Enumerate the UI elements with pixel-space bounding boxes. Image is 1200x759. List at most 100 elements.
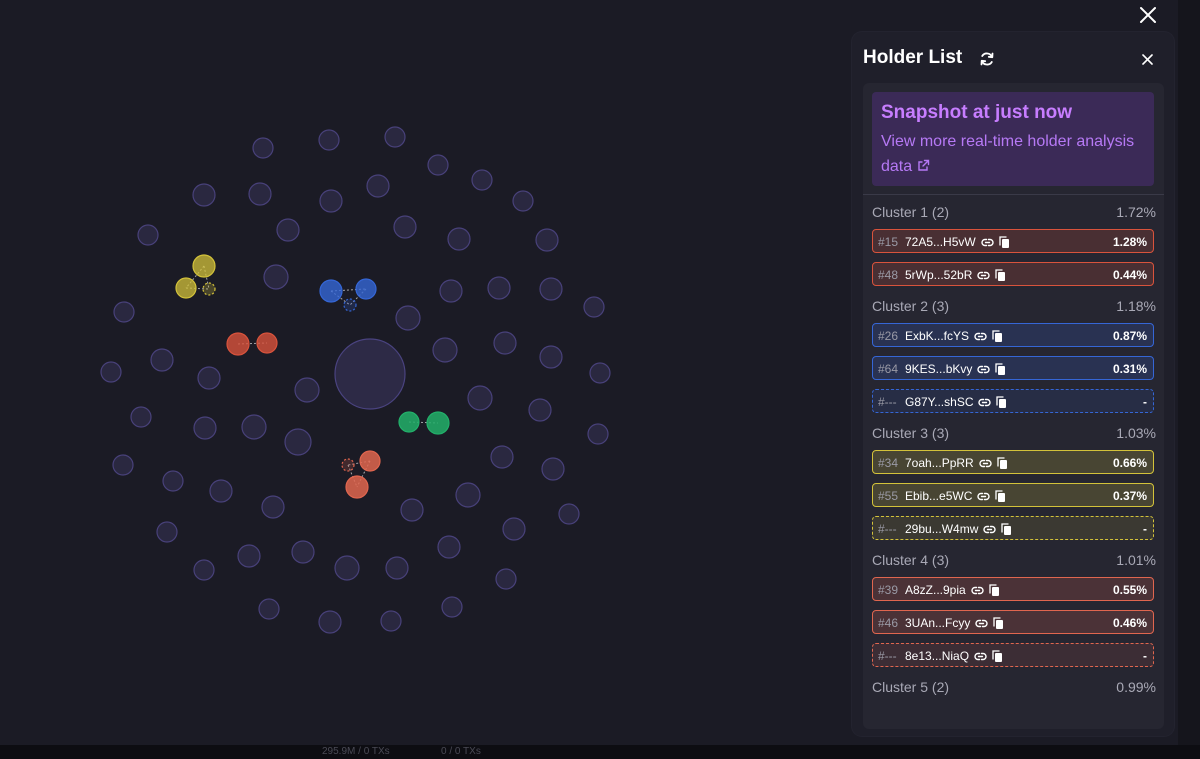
holder-bubble[interactable]	[380, 610, 402, 632]
holder-bubble[interactable]	[437, 535, 461, 559]
holder-row[interactable]: #48 5rWp...52bR 0.44%	[872, 262, 1154, 286]
holder-bubble[interactable]	[512, 190, 534, 212]
link-icon[interactable]	[970, 583, 984, 597]
holder-bubble[interactable]	[193, 559, 215, 581]
cluster-bubble[interactable]	[319, 279, 343, 303]
holder-row[interactable]: #26 ExbK...fcYS 0.87%	[872, 323, 1154, 347]
holder-bubble[interactable]	[100, 361, 122, 383]
holder-bubble[interactable]	[583, 296, 605, 318]
cluster-bubble[interactable]	[226, 332, 250, 356]
holder-bubble[interactable]	[558, 503, 580, 525]
cluster-bubble[interactable]	[256, 332, 278, 354]
holder-bubble[interactable]	[252, 137, 274, 159]
bubble-map-canvas[interactable]	[0, 0, 850, 745]
link-icon[interactable]	[974, 616, 988, 630]
holder-bubble[interactable]	[318, 610, 342, 634]
holder-bubble[interactable]	[393, 215, 417, 239]
copy-icon[interactable]	[995, 456, 1009, 470]
holder-bubble[interactable]	[318, 129, 340, 151]
holder-bubble[interactable]	[589, 362, 611, 384]
holder-bubble[interactable]	[366, 174, 390, 198]
refresh-button[interactable]	[976, 48, 998, 70]
holder-bubble[interactable]	[493, 331, 517, 355]
holder-bubble[interactable]	[248, 182, 272, 206]
holder-bubble[interactable]	[263, 264, 289, 290]
holder-bubble[interactable]	[156, 521, 178, 543]
holder-bubble[interactable]	[455, 482, 481, 508]
close-map-button[interactable]	[1134, 2, 1162, 28]
copy-icon[interactable]	[993, 489, 1007, 503]
link-icon[interactable]	[976, 362, 990, 376]
holder-bubble[interactable]	[400, 498, 424, 522]
holder-row[interactable]: #55 Ebib...e5WC 0.37%	[872, 483, 1154, 507]
holder-bubble[interactable]	[587, 423, 609, 445]
holder-bubble[interactable]	[162, 470, 184, 492]
link-icon[interactable]	[973, 649, 987, 663]
holder-bubble[interactable]	[276, 218, 300, 242]
copy-icon[interactable]	[993, 362, 1007, 376]
cluster-bubble[interactable]	[398, 411, 420, 433]
holder-row[interactable]: #--- 29bu...W4mw -	[872, 516, 1154, 540]
holder-row[interactable]: #64 9KES...bKvy 0.31%	[872, 356, 1154, 380]
holder-bubble[interactable]	[193, 416, 217, 440]
link-icon[interactable]	[976, 489, 990, 503]
copy-icon[interactable]	[990, 329, 1004, 343]
copy-icon[interactable]	[991, 616, 1005, 630]
copy-icon[interactable]	[993, 268, 1007, 282]
copy-icon[interactable]	[990, 649, 1004, 663]
copy-icon[interactable]	[987, 583, 1001, 597]
holder-bubble[interactable]	[502, 517, 526, 541]
holder-bubble[interactable]	[539, 345, 563, 369]
holder-bubble[interactable]	[284, 428, 312, 456]
copy-icon[interactable]	[997, 235, 1011, 249]
cluster-bubble[interactable]	[345, 475, 369, 499]
holder-row[interactable]: #34 7oah...PpRR 0.66%	[872, 450, 1154, 474]
holder-bubble[interactable]	[130, 406, 152, 428]
cluster-bubble[interactable]	[359, 450, 381, 472]
holder-bubble[interactable]	[241, 414, 267, 440]
cluster-bubble[interactable]	[192, 254, 216, 278]
cluster-bubble[interactable]	[355, 278, 377, 300]
holder-bubble[interactable]	[432, 337, 458, 363]
holder-bubble[interactable]	[150, 348, 174, 372]
holder-bubble[interactable]	[197, 366, 221, 390]
holder-bubble[interactable]	[261, 495, 285, 519]
holder-bubble[interactable]	[447, 227, 471, 251]
cluster-bubble[interactable]	[175, 277, 197, 299]
holder-bubble[interactable]	[385, 556, 409, 580]
copy-icon[interactable]	[994, 395, 1008, 409]
copy-icon[interactable]	[999, 522, 1013, 536]
holder-bubble[interactable]	[490, 445, 514, 469]
holder-bubble[interactable]	[395, 305, 421, 331]
cluster-bubble[interactable]	[343, 298, 357, 312]
holder-bubble[interactable]	[294, 377, 320, 403]
holder-bubble[interactable]	[541, 457, 565, 481]
link-icon[interactable]	[976, 268, 990, 282]
holder-row[interactable]: #15 72A5...H5vW 1.28%	[872, 229, 1154, 253]
holder-bubble[interactable]	[291, 540, 315, 564]
holder-row[interactable]: #--- 8e13...NiaQ -	[872, 643, 1154, 667]
holder-bubble[interactable]	[427, 154, 449, 176]
link-icon[interactable]	[978, 456, 992, 470]
cluster-bubble[interactable]	[341, 458, 355, 472]
holder-bubble[interactable]	[528, 398, 552, 422]
holder-bubble[interactable]	[113, 301, 135, 323]
holder-bubble[interactable]	[384, 126, 406, 148]
holder-bubble[interactable]	[439, 279, 463, 303]
holder-bubble[interactable]	[495, 568, 517, 590]
panel-close-button[interactable]	[1136, 48, 1158, 70]
cluster-bubble[interactable]	[426, 411, 450, 435]
holder-row[interactable]: #39 A8zZ...9pia 0.55%	[872, 577, 1154, 601]
holder-bubble[interactable]	[237, 544, 261, 568]
cluster-bubble[interactable]	[202, 282, 216, 296]
holder-bubble[interactable]	[535, 228, 559, 252]
link-icon[interactable]	[973, 329, 987, 343]
center-bubble[interactable]	[334, 338, 406, 410]
holder-bubble[interactable]	[319, 189, 343, 213]
holder-bubble[interactable]	[112, 454, 134, 476]
holder-analysis-link[interactable]: View more real-time holder analysis data	[881, 129, 1141, 180]
holder-bubble[interactable]	[471, 169, 493, 191]
holder-bubble[interactable]	[209, 479, 233, 503]
holder-bubble[interactable]	[441, 596, 463, 618]
holder-bubble[interactable]	[334, 555, 360, 581]
